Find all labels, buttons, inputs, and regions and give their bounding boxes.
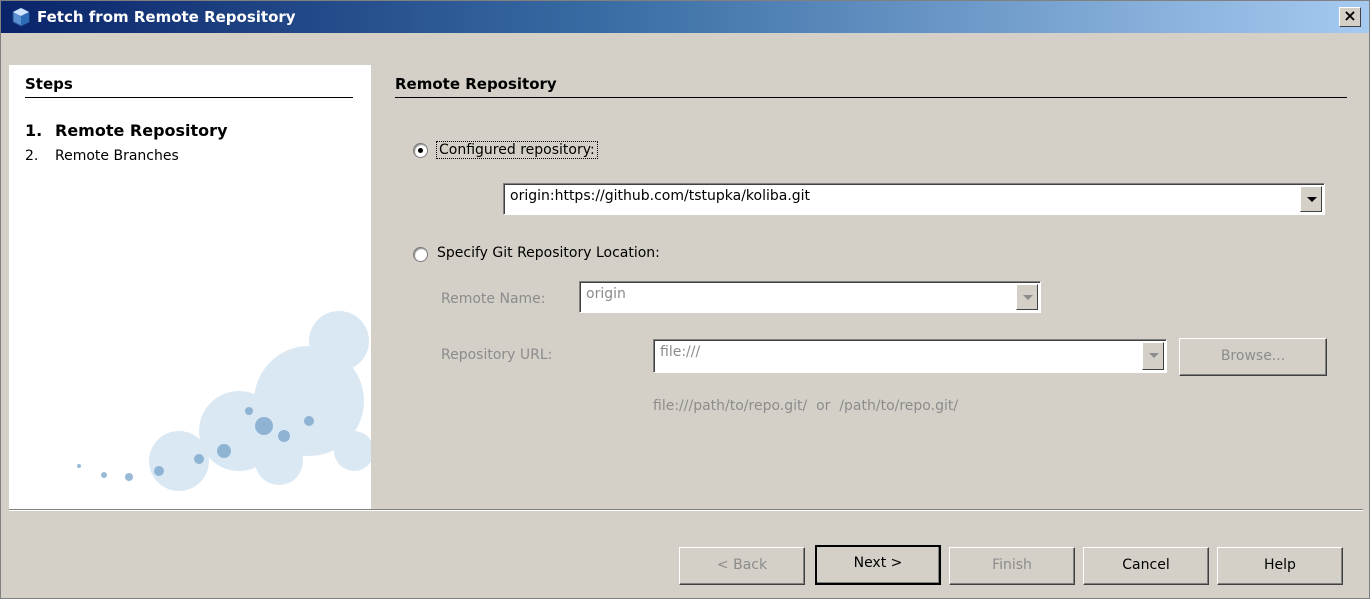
steps-title: Steps xyxy=(25,75,73,93)
remote-name-value: origin xyxy=(586,286,626,302)
cube-icon xyxy=(12,7,30,27)
dropdown-button[interactable] xyxy=(1300,186,1322,212)
configured-repository-label[interactable]: Configured repository: xyxy=(436,141,598,159)
repository-url-label: Repository URL: xyxy=(441,347,553,363)
radio-selected-dot xyxy=(418,148,423,153)
step-label: Remote Branches xyxy=(55,148,179,164)
footer-divider xyxy=(9,509,1363,511)
repository-url-hint: file:///path/to/repo.git/ or /path/to/re… xyxy=(653,398,959,414)
chevron-down-icon xyxy=(1023,295,1033,300)
next-button[interactable]: Next > xyxy=(815,545,941,585)
dropdown-button[interactable] xyxy=(1142,342,1164,370)
steps-divider xyxy=(25,97,353,98)
cancel-button[interactable]: Cancel xyxy=(1083,547,1209,585)
dropdown-button[interactable] xyxy=(1016,284,1038,310)
repository-url-value: file:/// xyxy=(660,344,701,360)
chevron-down-icon xyxy=(1307,197,1317,202)
title-bar[interactable]: Fetch from Remote Repository × xyxy=(1,1,1369,33)
close-icon: × xyxy=(1343,6,1357,25)
section-divider xyxy=(395,97,1347,98)
configured-repository-select[interactable]: origin:https://github.com/tstupka/koliba… xyxy=(503,183,1325,215)
remote-name-label: Remote Name: xyxy=(441,291,546,307)
repository-url-select[interactable]: file:/// xyxy=(653,339,1167,373)
section-title: Remote Repository xyxy=(395,75,557,93)
browse-button[interactable]: Browse... xyxy=(1179,338,1327,376)
step-number: 1. xyxy=(25,121,43,140)
specify-location-label[interactable]: Specify Git Repository Location: xyxy=(437,245,660,261)
chevron-down-icon xyxy=(1149,353,1159,358)
step-label: Remote Repository xyxy=(55,121,228,140)
step-remote-branches: 2. Remote Branches xyxy=(25,148,179,164)
step-remote-repository: 1. Remote Repository xyxy=(25,121,228,140)
finish-button[interactable]: Finish xyxy=(949,547,1075,585)
help-button[interactable]: Help xyxy=(1217,547,1343,585)
fetch-dialog: Fetch from Remote Repository × Steps 1. … xyxy=(0,0,1370,599)
window-title: Fetch from Remote Repository xyxy=(37,8,296,26)
step-number: 2. xyxy=(25,148,39,164)
specify-location-radio[interactable] xyxy=(413,247,428,262)
configured-repository-value: origin:https://github.com/tstupka/koliba… xyxy=(510,188,811,204)
remote-name-select[interactable]: origin xyxy=(579,281,1041,313)
configured-repository-radio[interactable] xyxy=(413,143,428,158)
close-button[interactable]: × xyxy=(1339,7,1361,27)
back-button[interactable]: < Back xyxy=(679,547,805,585)
